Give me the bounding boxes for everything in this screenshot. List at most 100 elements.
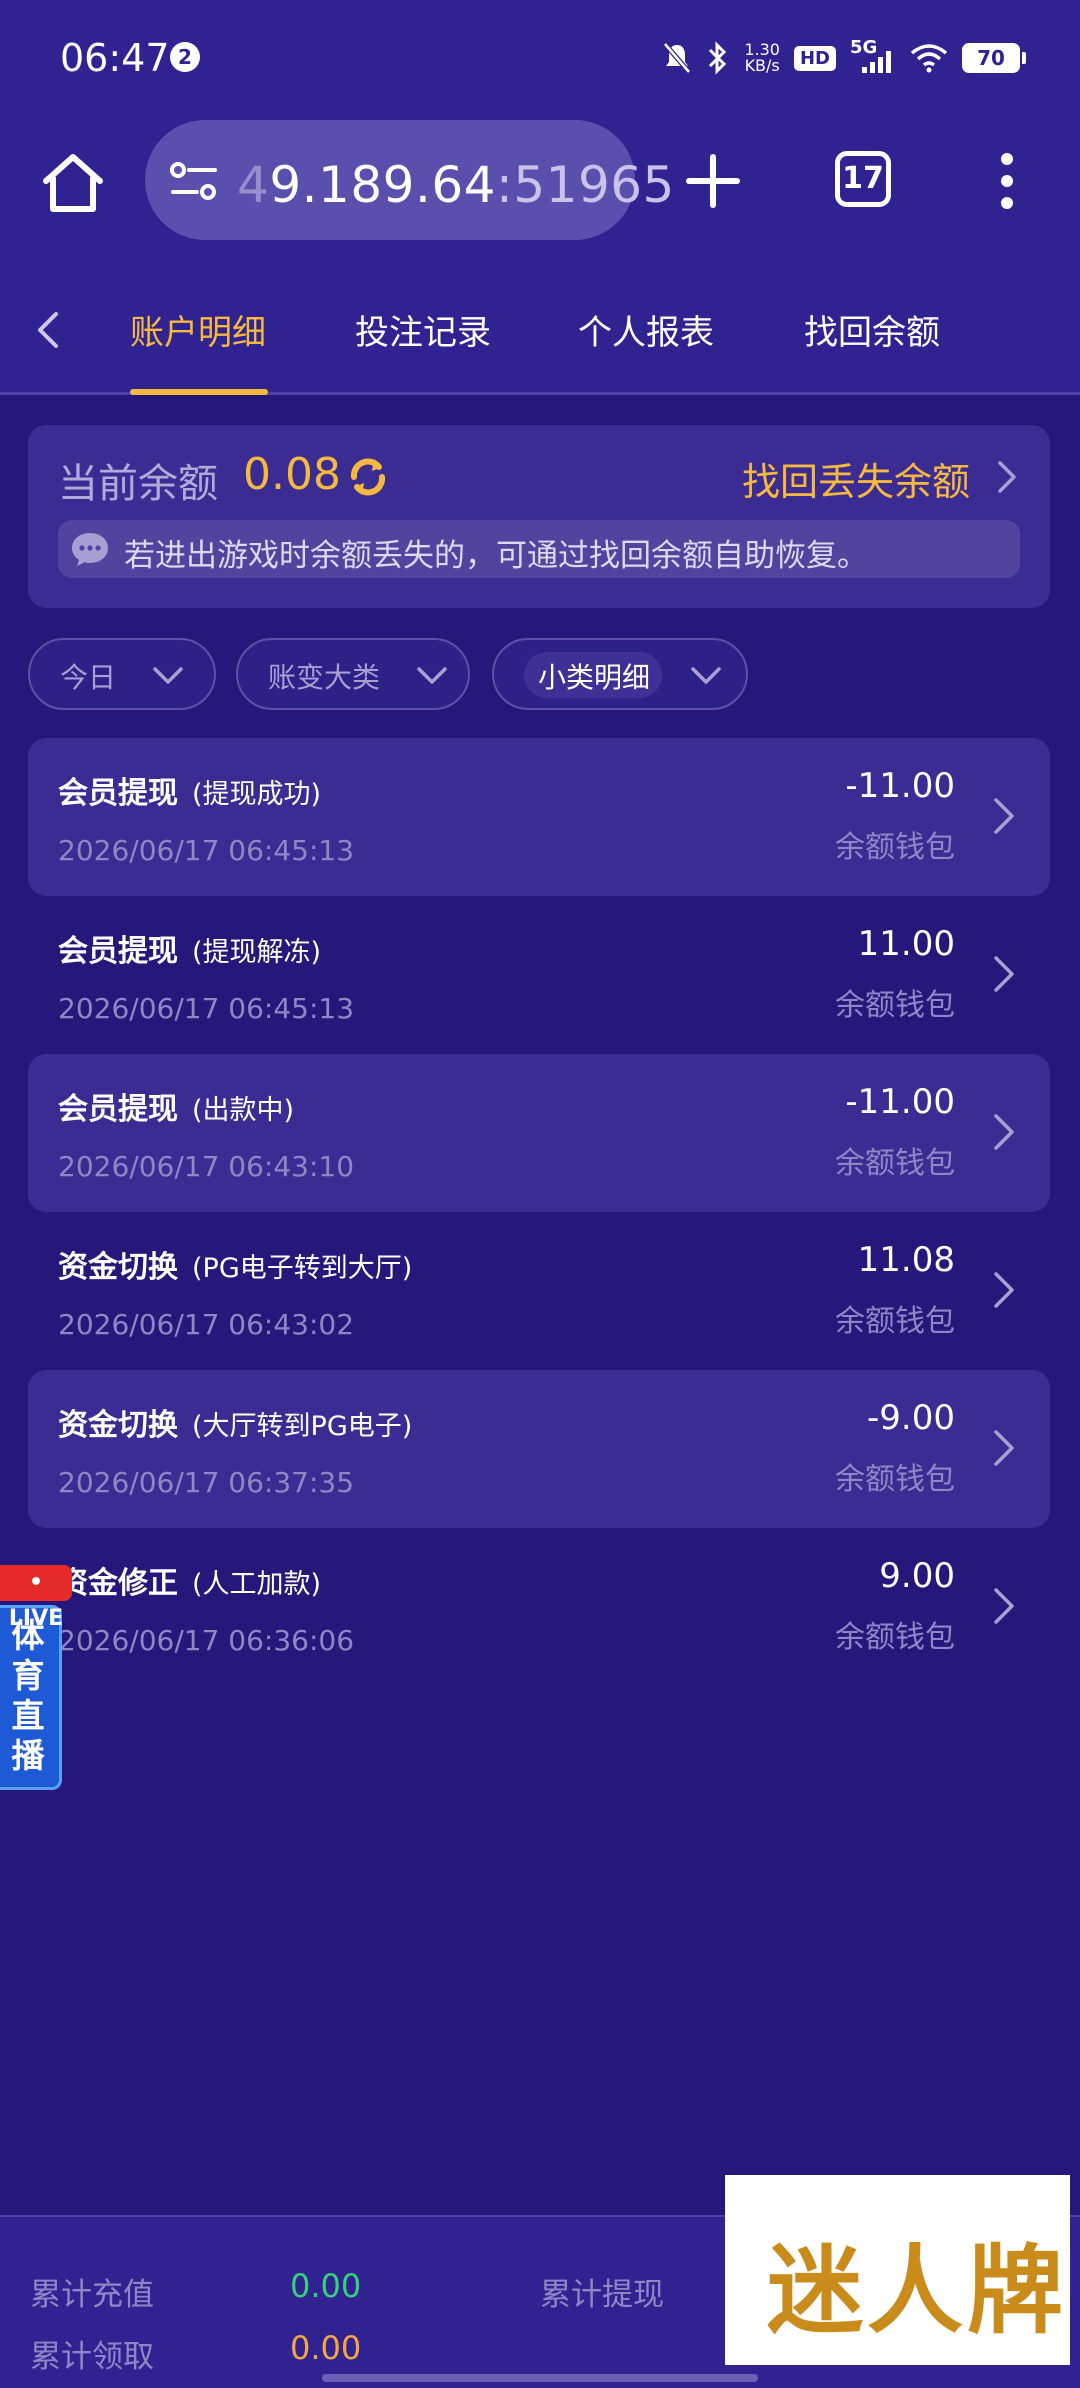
- notice-bar: 若进出游戏时余额丢失的，可通过找回余额自助恢复。: [58, 520, 1020, 578]
- transaction-subtype: (人工加款): [192, 1569, 322, 1600]
- transaction-title: 资金修正 (人工加款): [58, 1558, 321, 1602]
- transaction-row[interactable]: 资金切换 (大厅转到PG电子) 2026/06/17 06:37:35 -9.00…: [28, 1370, 1050, 1528]
- transaction-row[interactable]: 会员提现 (提现成功) 2026/06/17 06:45:13 -11.00 余额…: [28, 738, 1050, 896]
- balance-label: 当前余额: [58, 461, 218, 507]
- transaction-type: 资金切换: [58, 1250, 178, 1285]
- chat-bubble-icon: [72, 533, 108, 566]
- hd-badge: HD: [793, 45, 836, 71]
- total-claim-value: 0.00: [290, 2329, 362, 2367]
- transaction-time: 2026/06/17 06:45:13: [58, 834, 355, 867]
- signal-bars-icon: [862, 51, 891, 73]
- transaction-amount: -11.00: [845, 1082, 955, 1122]
- chevron-down-icon: [691, 667, 721, 684]
- filter-date[interactable]: 今日: [28, 638, 216, 710]
- transaction-subtype: (出款中): [192, 1095, 295, 1126]
- chevron-right-icon: [994, 1272, 1014, 1308]
- balance-value: 0.08: [243, 449, 341, 500]
- battery-indicator: 70: [962, 43, 1026, 73]
- transaction-amount: 11.00: [857, 924, 955, 964]
- chevron-down-icon: [417, 667, 447, 684]
- refresh-icon[interactable]: [346, 455, 390, 499]
- total-recharge-value: 0.00: [290, 2267, 362, 2305]
- transaction-subtype: (提现解冻): [192, 937, 322, 968]
- url-lead: 4: [237, 156, 270, 214]
- chevron-right-icon: [994, 1114, 1014, 1150]
- transaction-wallet: 余额钱包: [835, 1146, 955, 1181]
- transaction-time: 2026/06/17 06:37:35: [58, 1466, 355, 1499]
- transaction-type: 会员提现: [58, 934, 178, 969]
- transaction-subtype: (大厅转到PG电子): [192, 1411, 413, 1442]
- balance-card: 当前余额 0.08 找回丢失余额 若进出游戏时余额丢失的，可通过找回余额自助恢复…: [28, 425, 1050, 608]
- watermark-text: 迷人牌: [767, 2234, 1067, 2347]
- site-settings-icon[interactable]: [169, 160, 219, 204]
- url-port: :51965: [495, 156, 675, 214]
- url-text[interactable]: 49.189.64:51965: [237, 156, 675, 214]
- transaction-list: 会员提现 (提现成功) 2026/06/17 06:45:13 -11.00 余额…: [28, 738, 1050, 1686]
- address-bar[interactable]: 49.189.64:51965: [145, 120, 674, 240]
- transaction-type: 会员提现: [58, 776, 178, 811]
- home-icon[interactable]: [40, 151, 106, 217]
- filter-major-category[interactable]: 账变大类: [236, 638, 470, 710]
- transaction-title: 资金切换 (PG电子转到大厅): [58, 1242, 412, 1286]
- filter-sub-category[interactable]: 小类明细: [492, 638, 748, 710]
- filter-major-category-label: 账变大类: [268, 661, 381, 694]
- transaction-wallet: 余额钱包: [835, 830, 955, 865]
- transaction-wallet: 余额钱包: [835, 1462, 955, 1497]
- transaction-time: 2026/06/17 06:43:10: [58, 1150, 355, 1183]
- transaction-type: 资金切换: [58, 1408, 178, 1443]
- transaction-title: 会员提现 (提现解冻): [58, 926, 321, 970]
- transaction-row[interactable]: 资金切换 (PG电子转到大厅) 2026/06/17 06:43:02 11.08…: [28, 1212, 1050, 1370]
- watermark-logo: 迷人牌: [725, 2175, 1070, 2365]
- transaction-subtype: (PG电子转到大厅): [192, 1253, 413, 1284]
- more-menu-icon[interactable]: [995, 151, 1019, 211]
- chevron-right-icon: [994, 1588, 1014, 1624]
- transaction-amount: -9.00: [867, 1398, 955, 1438]
- transaction-subtype: (提现成功): [192, 779, 322, 810]
- transaction-amount: -11.00: [845, 766, 955, 806]
- transaction-title: 会员提现 (出款中): [58, 1084, 294, 1128]
- chevron-right-icon: [994, 1430, 1014, 1466]
- status-icons: 1.30 KB/s HD 5G 70: [662, 37, 1026, 78]
- tab-recover-balance[interactable]: 找回余额: [804, 305, 940, 354]
- tab-bet-records[interactable]: 投注记录: [355, 305, 491, 354]
- total-withdraw-label: 累计提现: [540, 2277, 664, 2313]
- total-recharge-label: 累计充值: [30, 2277, 154, 2313]
- browser-toolbar: 49.189.64:51965 17: [0, 115, 1080, 265]
- transaction-amount: 9.00: [879, 1556, 955, 1596]
- sports-live-floating-button[interactable]: 体育直播 • LIVE: [0, 1565, 72, 1795]
- new-tab-icon[interactable]: [685, 153, 741, 209]
- bluetooth-icon: [709, 41, 727, 75]
- chevron-right-icon[interactable]: [996, 459, 1018, 495]
- transaction-type: 资金修正: [58, 1566, 178, 1601]
- transaction-time: 2026/06/17 06:45:13: [58, 992, 355, 1025]
- transaction-wallet: 余额钱包: [835, 988, 955, 1023]
- transaction-row[interactable]: 会员提现 (出款中) 2026/06/17 06:43:10 -11.00 余额钱…: [28, 1054, 1050, 1212]
- transaction-time: 2026/06/17 06:43:02: [58, 1308, 355, 1341]
- transaction-row[interactable]: 会员提现 (提现解冻) 2026/06/17 06:45:13 11.00 余额钱…: [28, 896, 1050, 1054]
- account-nav-tabs: 账户明细 投注记录 个人报表 找回余额: [0, 265, 1080, 395]
- transaction-wallet: 余额钱包: [835, 1304, 955, 1339]
- net-speed-unit: KB/s: [744, 56, 780, 75]
- transaction-amount: 11.08: [857, 1240, 955, 1280]
- tab-personal-report[interactable]: 个人报表: [578, 305, 714, 354]
- wifi-icon: [910, 44, 948, 73]
- total-claim-label: 累计领取: [30, 2339, 154, 2375]
- net-speed: 1.30 KB/s: [744, 42, 780, 74]
- recover-lost-balance-link[interactable]: 找回丢失余额: [742, 451, 970, 506]
- filter-sub-category-label: 小类明细: [538, 661, 651, 694]
- tab-account-details[interactable]: 账户明细: [130, 305, 266, 354]
- notification-count-badge: 2: [170, 42, 200, 72]
- chevron-down-icon: [153, 667, 183, 684]
- transaction-wallet: 余额钱包: [835, 1620, 955, 1655]
- back-chevron-icon[interactable]: [30, 310, 66, 350]
- active-tab-indicator: [130, 389, 268, 395]
- filter-date-label: 今日: [60, 661, 117, 694]
- signal-indicator: 5G: [850, 37, 896, 75]
- transaction-row[interactable]: 资金修正 (人工加款) 2026/06/17 06:36:06 9.00 余额钱包: [28, 1528, 1050, 1686]
- transaction-title: 资金切换 (大厅转到PG电子): [58, 1400, 412, 1444]
- gesture-home-indicator[interactable]: [322, 2374, 758, 2382]
- transaction-title: 会员提现 (提现成功): [58, 768, 321, 812]
- tab-switcher-button[interactable]: 17: [835, 151, 891, 207]
- chevron-right-icon: [994, 798, 1014, 834]
- live-tag: • LIVE: [0, 1565, 72, 1631]
